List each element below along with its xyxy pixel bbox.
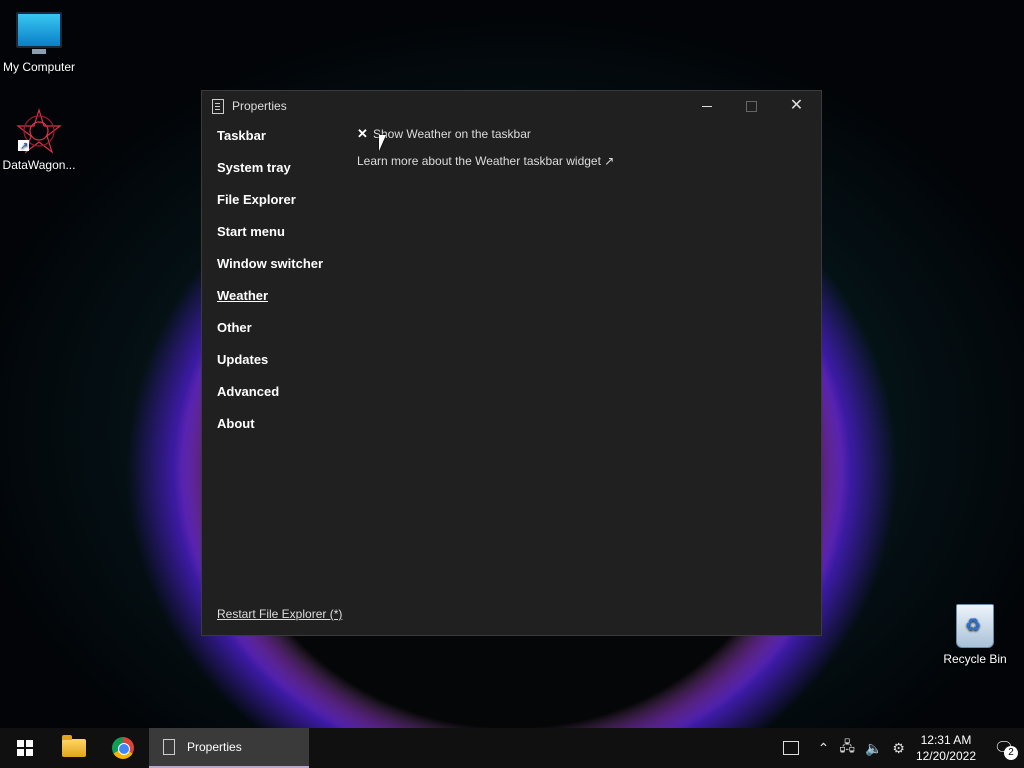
desktop-icon-datawagon[interactable]: ↗ DataWagon... [0,107,78,172]
maximize-icon [746,100,757,112]
window-title: Properties [232,99,287,113]
desktop-icon-label: Recycle Bin [943,652,1007,666]
desktop-icon-label: My Computer [2,60,76,74]
clock[interactable]: 12:31 AM 12/20/2022 [916,732,976,764]
recycle-bin-icon: ♻ [956,604,994,648]
nav-item-start-menu[interactable]: Start menu [217,224,323,256]
file-explorer-taskbar-button[interactable] [49,728,98,768]
datawagon-logo-icon: ↗ [16,107,62,154]
nav-item-advanced[interactable]: Advanced [217,384,323,416]
volume-icon[interactable]: 🔈 [865,740,882,757]
monitor-icon [16,12,62,54]
nav-item-weather[interactable]: Weather [217,288,323,320]
nav-item-system-tray[interactable]: System tray [217,160,323,192]
svg-text:↗: ↗ [20,141,28,152]
nav-item-file-explorer[interactable]: File Explorer [217,192,323,224]
nav-item-other[interactable]: Other [217,320,323,352]
properties-window: Properties ✕ Taskbar System tray File Ex… [201,90,822,636]
desktop-icon-label: DataWagon... [2,158,76,172]
desktop-icon-recycle-bin[interactable]: ♻ Recycle Bin [936,604,1014,666]
network-icon[interactable]: 🖧 [839,736,855,760]
minimize-icon [701,105,712,107]
nav-item-taskbar[interactable]: Taskbar [217,128,323,160]
windows-logo-icon [16,740,33,756]
app-icon [212,98,224,114]
start-button[interactable] [0,728,49,768]
learn-more-link[interactable]: Learn more about the Weather taskbar wid… [357,154,614,168]
close-icon: ✕ [789,97,804,114]
chrome-icon [111,737,134,759]
gear-icon[interactable]: ⚙ [892,740,905,757]
nav-item-window-switcher[interactable]: Window switcher [217,256,323,288]
nav-item-about[interactable]: About [217,416,323,448]
weather-widget-icon[interactable] [782,741,799,755]
clock-time: 12:31 AM [920,733,972,747]
sidebar-nav: Taskbar System tray File Explorer Start … [217,128,323,448]
show-weather-option[interactable]: ✕ Show Weather on the taskbar [357,126,614,142]
minimize-button[interactable] [684,91,729,121]
properties-taskbar-button[interactable]: Properties [149,728,309,768]
chevron-up-icon[interactable]: ⌃ [818,740,830,757]
nav-item-updates[interactable]: Updates [217,352,323,384]
settings-content: ✕ Show Weather on the taskbar Learn more… [357,126,614,168]
notification-count-badge: 2 [1004,746,1018,760]
taskbar: Properties ⌃ 🖧 🔈 ⚙ 12:31 AM 12/20/2022 🗨… [0,728,1024,768]
clock-date: 12/20/2022 [915,749,976,763]
restart-file-explorer-link[interactable]: Restart File Explorer (*) [217,607,342,621]
checkbox-x-icon[interactable]: ✕ [357,126,373,142]
notification-center-button[interactable]: 🗨 2 [984,728,1024,768]
properties-app-icon [163,739,175,755]
title-bar[interactable]: Properties ✕ [202,91,821,121]
folder-icon [61,735,86,757]
show-weather-label[interactable]: Show Weather on the taskbar [373,127,531,141]
mouse-cursor-icon [379,135,391,151]
maximize-button[interactable] [729,91,774,121]
desktop-icon-my-computer[interactable]: My Computer [0,12,78,74]
taskbar-app-label: Properties [187,740,242,754]
system-tray: ⌃ 🖧 🔈 ⚙ 12:31 AM 12/20/2022 🗨 2 [782,728,1024,768]
close-button[interactable]: ✕ [774,91,819,121]
chrome-taskbar-button[interactable] [98,728,147,768]
